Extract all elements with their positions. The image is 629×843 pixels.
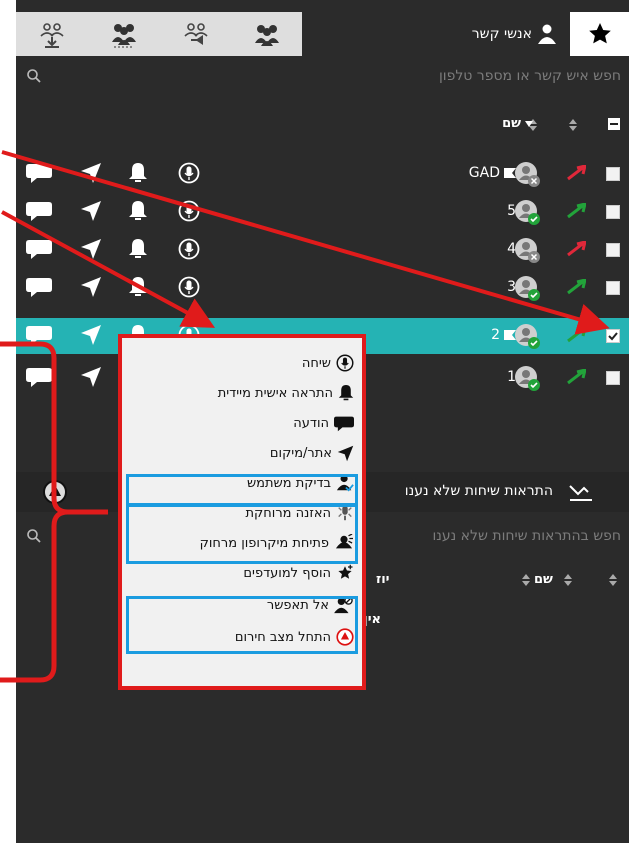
menu-item-label: התראה אישית מיידית [217,385,333,401]
annotation-highlight [126,596,358,654]
annotation-highlight [126,474,358,506]
menu-item-label: שיחה [301,355,331,371]
menu-item[interactable]: התראה אישית מיידית [218,382,354,404]
menu-item-label: אתר/מיקום [269,445,332,461]
menu-item[interactable]: הוסף למועדפים [243,562,354,584]
microphone-icon [336,354,354,372]
chat-bubble-icon [334,415,354,432]
menu-item-label: הוסף למועדפים [243,565,331,581]
location-arrow-icon [337,445,354,462]
bell-icon [338,384,354,402]
menu-item[interactable]: שיחה [302,352,354,374]
menu-item[interactable]: אתר/מיקום [270,442,354,464]
context-menu: שיחה התראה אישית מיידית הודעה אתר/מיקום בדיק… [118,334,366,690]
star-add-icon [336,564,354,582]
menu-item-label: הודעה [293,415,329,431]
annotation-highlight [126,504,358,564]
menu-item[interactable]: הודעה [293,412,354,434]
